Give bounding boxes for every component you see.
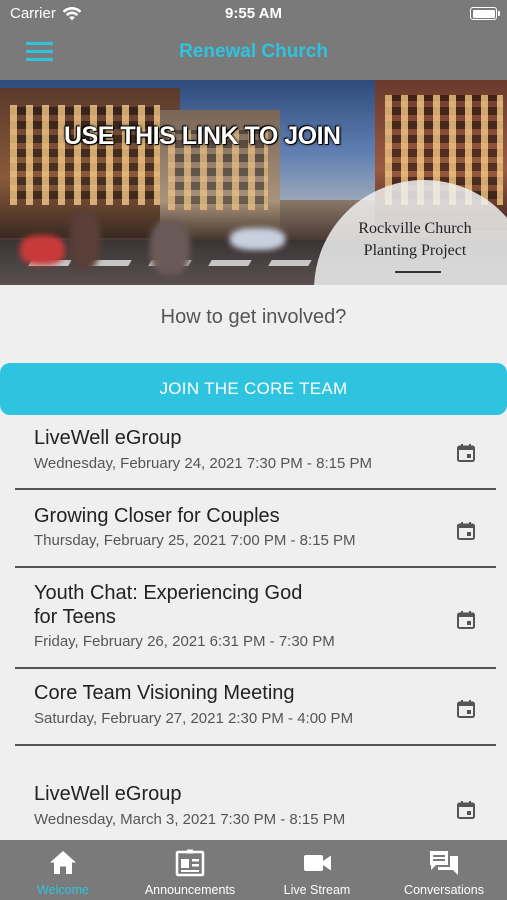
calendar-icon[interactable] [456, 443, 476, 463]
banner-caption-line2: Planting Project [363, 242, 467, 259]
calendar-icon[interactable] [456, 521, 476, 541]
event-list[interactable]: LiveWell eGroup Wednesday, February 24, … [0, 415, 507, 840]
tab-label: Conversations [404, 883, 484, 897]
event-item[interactable]: LiveWell eGroup Wednesday, March 3, 2021… [15, 746, 496, 840]
event-item[interactable]: Youth Chat: Experiencing God for Teens F… [15, 568, 496, 668]
tab-label: Live Stream [283, 883, 351, 897]
event-title: LiveWell eGroup [34, 783, 182, 805]
status-time: 9:55 AM [225, 5, 282, 22]
tab-live-stream[interactable]: Live Stream [254, 840, 380, 900]
tab-announcements[interactable]: Announcements [127, 840, 253, 900]
section-heading: How to get involved? [160, 306, 347, 328]
tab-label: Welcome [37, 883, 89, 897]
nav-bar: Renewal Church [0, 28, 507, 80]
home-icon [47, 849, 79, 877]
status-bar: Carrier 9:55 AM [0, 0, 507, 28]
video-camera-icon [301, 849, 333, 877]
newspaper-icon [174, 849, 206, 877]
event-item[interactable]: Core Team Visioning Meeting Saturday, Fe… [15, 669, 496, 746]
join-core-team-button[interactable]: JOIN THE CORE TEAM [0, 363, 507, 415]
tab-conversations[interactable]: Conversations [381, 840, 507, 900]
chat-bubbles-icon [428, 849, 460, 877]
banner-caption-rule [395, 271, 441, 273]
event-time: Wednesday, March 3, 2021 7:30 PM - 8:15 … [34, 811, 346, 828]
banner-image[interactable]: USE THIS LINK TO JOIN Rockville Church P… [0, 80, 507, 285]
tab-label: Announcements [144, 883, 236, 897]
banner-caption-line1: Rockville Church [358, 220, 472, 237]
calendar-icon[interactable] [456, 610, 476, 630]
page-title: Renewal Church [179, 41, 328, 62]
event-time: Thursday, February 25, 2021 7:00 PM - 8:… [34, 532, 356, 549]
event-title: Core Team Visioning Meeting [34, 682, 295, 704]
calendar-icon[interactable] [456, 699, 476, 719]
event-title-line2: for Teens [34, 606, 116, 628]
event-time: Friday, February 26, 2021 6:31 PM - 7:30… [34, 633, 335, 650]
banner-caption: Rockville Church Planting Project [340, 218, 490, 262]
event-title: LiveWell eGroup [34, 427, 182, 449]
battery-icon [470, 7, 500, 20]
event-item[interactable]: LiveWell eGroup Wednesday, February 24, … [15, 415, 496, 490]
event-time: Saturday, February 27, 2021 2:30 PM - 4:… [34, 710, 354, 727]
event-title: Youth Chat: Experiencing God for Teens [34, 581, 364, 629]
event-item[interactable]: Growing Closer for Couples Thursday, Feb… [15, 490, 496, 567]
calendar-icon[interactable] [456, 800, 476, 820]
banner-headline: USE THIS LINK TO JOIN [64, 122, 341, 150]
event-title-line1: Youth Chat: Experiencing God [34, 582, 303, 604]
tab-bar: Welcome Announcements Live Stream Conver… [0, 840, 507, 900]
tab-welcome[interactable]: Welcome [0, 840, 126, 900]
event-time: Wednesday, February 24, 2021 7:30 PM - 8… [34, 455, 372, 472]
event-title: Growing Closer for Couples [34, 505, 280, 527]
